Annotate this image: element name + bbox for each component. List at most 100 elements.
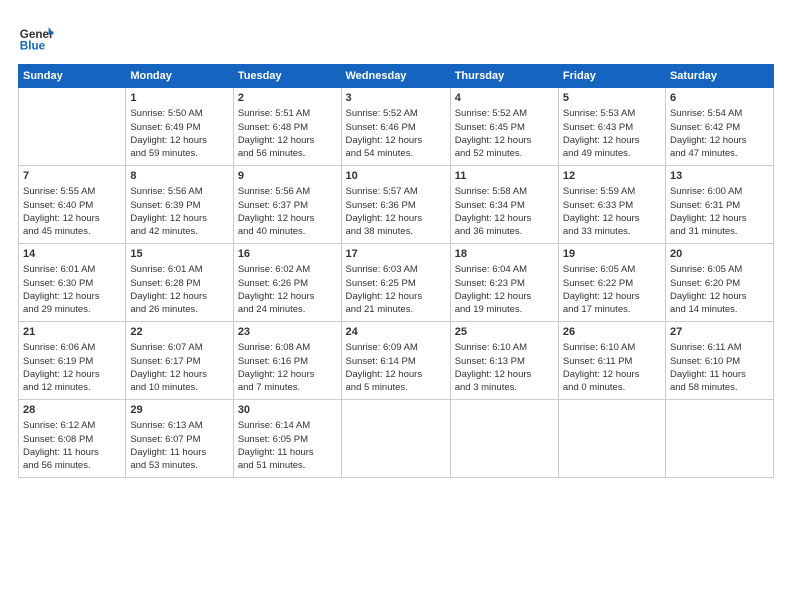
day-info-line: Sunset: 6:45 PM (455, 121, 554, 134)
cell-4-2: 22Sunrise: 6:07 AMSunset: 6:17 PMDayligh… (126, 322, 233, 400)
cell-3-5: 18Sunrise: 6:04 AMSunset: 6:23 PMDayligh… (450, 244, 558, 322)
day-info-line: and 56 minutes. (23, 459, 121, 472)
cell-2-6: 12Sunrise: 5:59 AMSunset: 6:33 PMDayligh… (558, 166, 665, 244)
day-info-line: Daylight: 12 hours (455, 134, 554, 147)
day-number: 14 (23, 247, 121, 262)
day-info-line: Sunrise: 6:13 AM (130, 419, 228, 432)
day-info-line: Sunrise: 5:56 AM (130, 185, 228, 198)
calendar-header-row: SundayMondayTuesdayWednesdayThursdayFrid… (19, 65, 774, 88)
day-info-line: and 12 minutes. (23, 381, 121, 394)
day-info-line: Sunrise: 6:08 AM (238, 341, 337, 354)
cell-4-6: 26Sunrise: 6:10 AMSunset: 6:11 PMDayligh… (558, 322, 665, 400)
day-info-line: and 40 minutes. (238, 225, 337, 238)
day-info-line: Daylight: 12 hours (563, 134, 661, 147)
day-info-line: Sunrise: 5:53 AM (563, 107, 661, 120)
day-info-line: Sunrise: 5:58 AM (455, 185, 554, 198)
day-info-line: Sunset: 6:39 PM (130, 199, 228, 212)
logo-icon: General Blue (18, 18, 54, 54)
day-number: 28 (23, 403, 121, 418)
week-row-1: 1Sunrise: 5:50 AMSunset: 6:49 PMDaylight… (19, 88, 774, 166)
day-info-line: Daylight: 12 hours (130, 368, 228, 381)
day-info-line: Sunrise: 5:59 AM (563, 185, 661, 198)
day-info-line: Sunset: 6:48 PM (238, 121, 337, 134)
day-info-line: Sunset: 6:20 PM (670, 277, 769, 290)
cell-1-1 (19, 88, 126, 166)
cell-2-1: 7Sunrise: 5:55 AMSunset: 6:40 PMDaylight… (19, 166, 126, 244)
day-info-line: Sunset: 6:28 PM (130, 277, 228, 290)
day-info-line: and 54 minutes. (346, 147, 446, 160)
day-number: 18 (455, 247, 554, 262)
cell-5-3: 30Sunrise: 6:14 AMSunset: 6:05 PMDayligh… (233, 400, 341, 478)
col-header-friday: Friday (558, 65, 665, 88)
cell-4-1: 21Sunrise: 6:06 AMSunset: 6:19 PMDayligh… (19, 322, 126, 400)
day-info-line: Daylight: 12 hours (455, 368, 554, 381)
day-info-line: Sunrise: 6:14 AM (238, 419, 337, 432)
day-info-line: Sunrise: 5:56 AM (238, 185, 337, 198)
cell-5-7 (665, 400, 773, 478)
day-info-line: Daylight: 12 hours (23, 368, 121, 381)
day-info-line: Sunset: 6:30 PM (23, 277, 121, 290)
day-info-line: Sunrise: 6:10 AM (563, 341, 661, 354)
day-info-line: Daylight: 12 hours (238, 290, 337, 303)
col-header-wednesday: Wednesday (341, 65, 450, 88)
day-info-line: Sunrise: 5:51 AM (238, 107, 337, 120)
day-info-line: Sunset: 6:13 PM (455, 355, 554, 368)
day-info-line: Daylight: 11 hours (238, 446, 337, 459)
day-number: 2 (238, 91, 337, 106)
cell-2-5: 11Sunrise: 5:58 AMSunset: 6:34 PMDayligh… (450, 166, 558, 244)
day-info-line: Sunrise: 6:05 AM (563, 263, 661, 276)
day-info-line: Sunrise: 6:11 AM (670, 341, 769, 354)
day-number: 4 (455, 91, 554, 106)
day-info-line: Sunset: 6:43 PM (563, 121, 661, 134)
day-info-line: Daylight: 12 hours (238, 134, 337, 147)
day-info-line: Sunrise: 6:05 AM (670, 263, 769, 276)
day-number: 7 (23, 169, 121, 184)
day-info-line: and 17 minutes. (563, 303, 661, 316)
day-number: 15 (130, 247, 228, 262)
cell-5-2: 29Sunrise: 6:13 AMSunset: 6:07 PMDayligh… (126, 400, 233, 478)
day-number: 1 (130, 91, 228, 106)
cell-4-7: 27Sunrise: 6:11 AMSunset: 6:10 PMDayligh… (665, 322, 773, 400)
day-number: 29 (130, 403, 228, 418)
page-header: General Blue (18, 18, 774, 54)
day-number: 8 (130, 169, 228, 184)
day-info-line: and 0 minutes. (563, 381, 661, 394)
cell-1-7: 6Sunrise: 5:54 AMSunset: 6:42 PMDaylight… (665, 88, 773, 166)
cell-4-4: 24Sunrise: 6:09 AMSunset: 6:14 PMDayligh… (341, 322, 450, 400)
day-info-line: Sunrise: 6:07 AM (130, 341, 228, 354)
day-info-line: Sunset: 6:36 PM (346, 199, 446, 212)
week-row-5: 28Sunrise: 6:12 AMSunset: 6:08 PMDayligh… (19, 400, 774, 478)
day-info-line: Daylight: 12 hours (23, 290, 121, 303)
cell-2-2: 8Sunrise: 5:56 AMSunset: 6:39 PMDaylight… (126, 166, 233, 244)
cell-4-3: 23Sunrise: 6:08 AMSunset: 6:16 PMDayligh… (233, 322, 341, 400)
cell-5-5 (450, 400, 558, 478)
cell-5-1: 28Sunrise: 6:12 AMSunset: 6:08 PMDayligh… (19, 400, 126, 478)
day-info-line: Daylight: 12 hours (670, 290, 769, 303)
day-info-line: Daylight: 12 hours (238, 212, 337, 225)
day-info-line: Daylight: 12 hours (346, 134, 446, 147)
day-info-line: and 58 minutes. (670, 381, 769, 394)
week-row-3: 14Sunrise: 6:01 AMSunset: 6:30 PMDayligh… (19, 244, 774, 322)
cell-1-2: 1Sunrise: 5:50 AMSunset: 6:49 PMDaylight… (126, 88, 233, 166)
day-info-line: Daylight: 12 hours (130, 212, 228, 225)
day-number: 25 (455, 325, 554, 340)
day-info-line: Sunset: 6:37 PM (238, 199, 337, 212)
day-info-line: Sunset: 6:42 PM (670, 121, 769, 134)
col-header-tuesday: Tuesday (233, 65, 341, 88)
day-info-line: Daylight: 12 hours (346, 290, 446, 303)
week-row-4: 21Sunrise: 6:06 AMSunset: 6:19 PMDayligh… (19, 322, 774, 400)
cell-4-5: 25Sunrise: 6:10 AMSunset: 6:13 PMDayligh… (450, 322, 558, 400)
day-number: 10 (346, 169, 446, 184)
day-info-line: Daylight: 11 hours (23, 446, 121, 459)
cell-5-4 (341, 400, 450, 478)
day-info-line: Sunset: 6:26 PM (238, 277, 337, 290)
day-number: 30 (238, 403, 337, 418)
calendar-table: SundayMondayTuesdayWednesdayThursdayFrid… (18, 64, 774, 478)
day-info-line: Sunset: 6:11 PM (563, 355, 661, 368)
day-info-line: and 59 minutes. (130, 147, 228, 160)
day-info-line: Daylight: 12 hours (238, 368, 337, 381)
day-info-line: Sunrise: 6:10 AM (455, 341, 554, 354)
svg-text:Blue: Blue (20, 40, 46, 53)
day-number: 11 (455, 169, 554, 184)
day-info-line: Sunrise: 6:03 AM (346, 263, 446, 276)
